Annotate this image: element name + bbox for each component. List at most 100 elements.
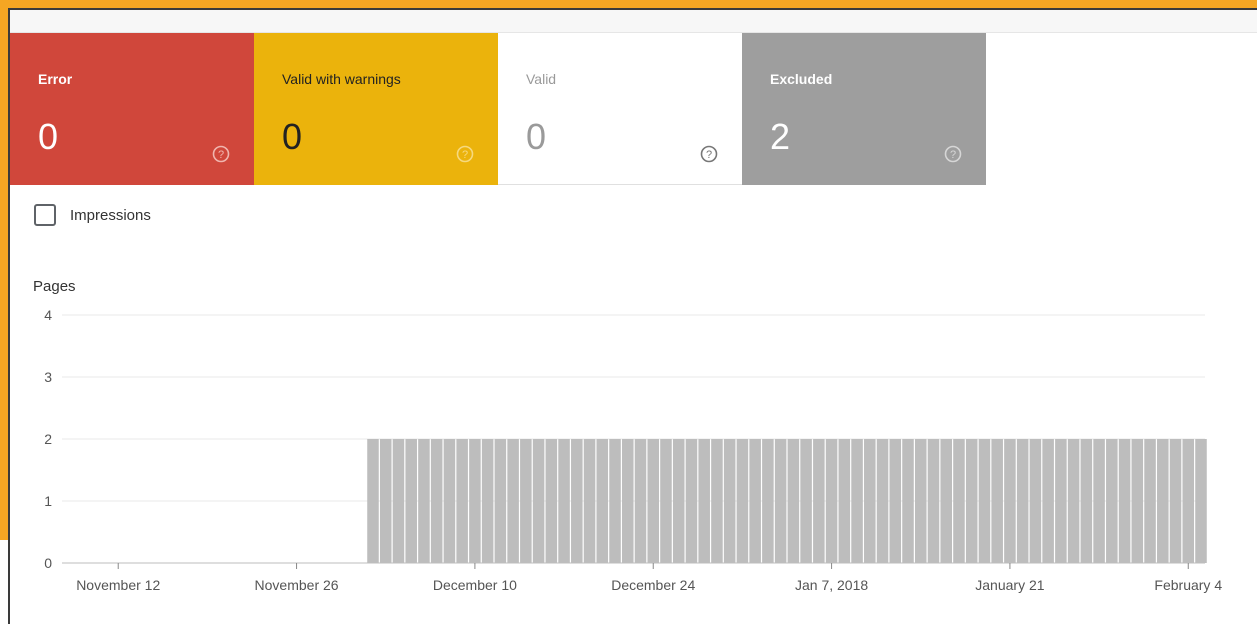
chart-bar	[1042, 439, 1054, 563]
chart-bar	[953, 439, 965, 563]
x-tick-label: December 24	[611, 577, 695, 593]
chart-bar	[494, 439, 507, 563]
x-tick-label: November 12	[76, 577, 160, 593]
valid-card[interactable]: Valid 0 ?	[498, 33, 742, 185]
card-label: Valid	[526, 71, 557, 87]
chart-bar	[532, 439, 545, 563]
chart-bar	[456, 439, 468, 563]
chart-bar	[1106, 439, 1118, 563]
chart-bar	[545, 439, 558, 563]
chart-bar	[660, 439, 672, 563]
chart-bar	[813, 439, 825, 563]
top-bar	[10, 10, 1257, 33]
chart-bar	[864, 439, 876, 563]
svg-text:?: ?	[950, 149, 956, 161]
chart-bar	[876, 439, 889, 563]
card-value: 0	[526, 116, 547, 157]
chart-bar	[1016, 439, 1029, 563]
chart-bar	[571, 439, 583, 563]
chart-bar	[443, 439, 456, 563]
x-tick-label: December 10	[433, 577, 517, 593]
frame-top	[0, 0, 1257, 8]
chart-bar	[825, 439, 838, 563]
chart-bar	[838, 439, 851, 563]
chart-bar	[800, 439, 812, 563]
help-circle-icon[interactable]: ?	[456, 145, 474, 163]
chart-bar	[507, 439, 519, 563]
chart-bar	[672, 439, 685, 563]
help-circle-icon[interactable]: ?	[212, 145, 230, 163]
y-tick-label: 4	[44, 307, 52, 323]
chart-bar	[392, 439, 405, 563]
chart-bar	[418, 439, 430, 563]
chart-bar	[469, 439, 481, 563]
chart-bar	[1195, 439, 1207, 563]
chart-bar	[774, 439, 787, 563]
chart-bar	[1131, 439, 1144, 563]
chart-bar	[405, 439, 417, 563]
chart-bar	[609, 439, 621, 563]
chart-bar	[914, 439, 927, 563]
error-card[interactable]: Error 0 ?	[10, 33, 254, 185]
y-axis-title: Pages	[33, 278, 76, 295]
status-cards: Error 0 ? Valid with warnings 0 ? Valid …	[10, 33, 986, 185]
chart-bar	[787, 439, 800, 563]
help-circle-icon[interactable]: ?	[944, 145, 962, 163]
card-value: 0	[282, 116, 303, 157]
y-tick-label: 0	[44, 555, 52, 571]
chart-bar	[736, 439, 749, 563]
x-tick-label: January 21	[975, 577, 1044, 593]
chart-bar	[1093, 439, 1105, 563]
impressions-toggle[interactable]: Impressions	[34, 204, 151, 226]
chart-bar	[520, 439, 532, 563]
chart-bar	[634, 439, 647, 563]
chart-bar	[379, 439, 392, 563]
chart-bar	[481, 439, 494, 563]
excluded-card[interactable]: Excluded 2 ?	[742, 33, 986, 185]
chart-bar	[1144, 439, 1156, 563]
chart-bar	[685, 439, 698, 563]
x-tick-label: Jan 7, 2018	[795, 577, 868, 593]
chart-bar	[711, 439, 723, 563]
valid-with-warnings-card[interactable]: Valid with warnings 0 ?	[254, 33, 498, 185]
card-value: 2	[770, 116, 791, 157]
chart-bar	[1182, 439, 1195, 563]
chart-bar	[762, 439, 774, 563]
chart-bar	[1118, 439, 1131, 563]
chart-bar	[1080, 439, 1093, 563]
chart-bar	[927, 439, 940, 563]
impressions-label: Impressions	[70, 206, 151, 224]
y-tick-label: 1	[44, 493, 52, 509]
chart-bar	[749, 439, 761, 563]
chart-bar	[991, 439, 1003, 563]
x-tick-label: February 4	[1154, 577, 1222, 593]
svg-text:?: ?	[706, 149, 712, 161]
svg-text:?: ?	[218, 149, 224, 161]
chart-bar	[723, 439, 736, 563]
chart-bar	[1169, 439, 1182, 563]
chart-bar	[1029, 439, 1042, 563]
chart-bar	[1157, 439, 1169, 563]
chart-bar	[1067, 439, 1080, 563]
card-label: Excluded	[770, 71, 833, 87]
card-value: 0	[38, 116, 59, 157]
chart-bar	[698, 439, 710, 563]
chart-bar	[596, 439, 609, 563]
y-tick-label: 2	[44, 431, 52, 447]
chart-bar	[367, 439, 379, 563]
help-circle-icon[interactable]: ?	[700, 145, 718, 163]
chart-bar	[889, 439, 902, 563]
chart-bar	[1004, 439, 1016, 563]
pages-chart: 0 1 2 3 4 November 12 November 26 December 10 De…	[44, 307, 1222, 593]
impressions-checkbox[interactable]	[34, 204, 56, 226]
chart-bar	[902, 439, 914, 563]
chart-bar	[583, 439, 596, 563]
chart-bar	[978, 439, 991, 563]
chart-bar	[940, 439, 952, 563]
chart-bar	[558, 439, 570, 563]
chart-bar	[647, 439, 660, 563]
y-tick-label: 3	[44, 369, 52, 385]
chart-bar	[1055, 439, 1067, 563]
card-label: Valid with warnings	[282, 71, 401, 87]
card-label: Error	[38, 71, 73, 87]
